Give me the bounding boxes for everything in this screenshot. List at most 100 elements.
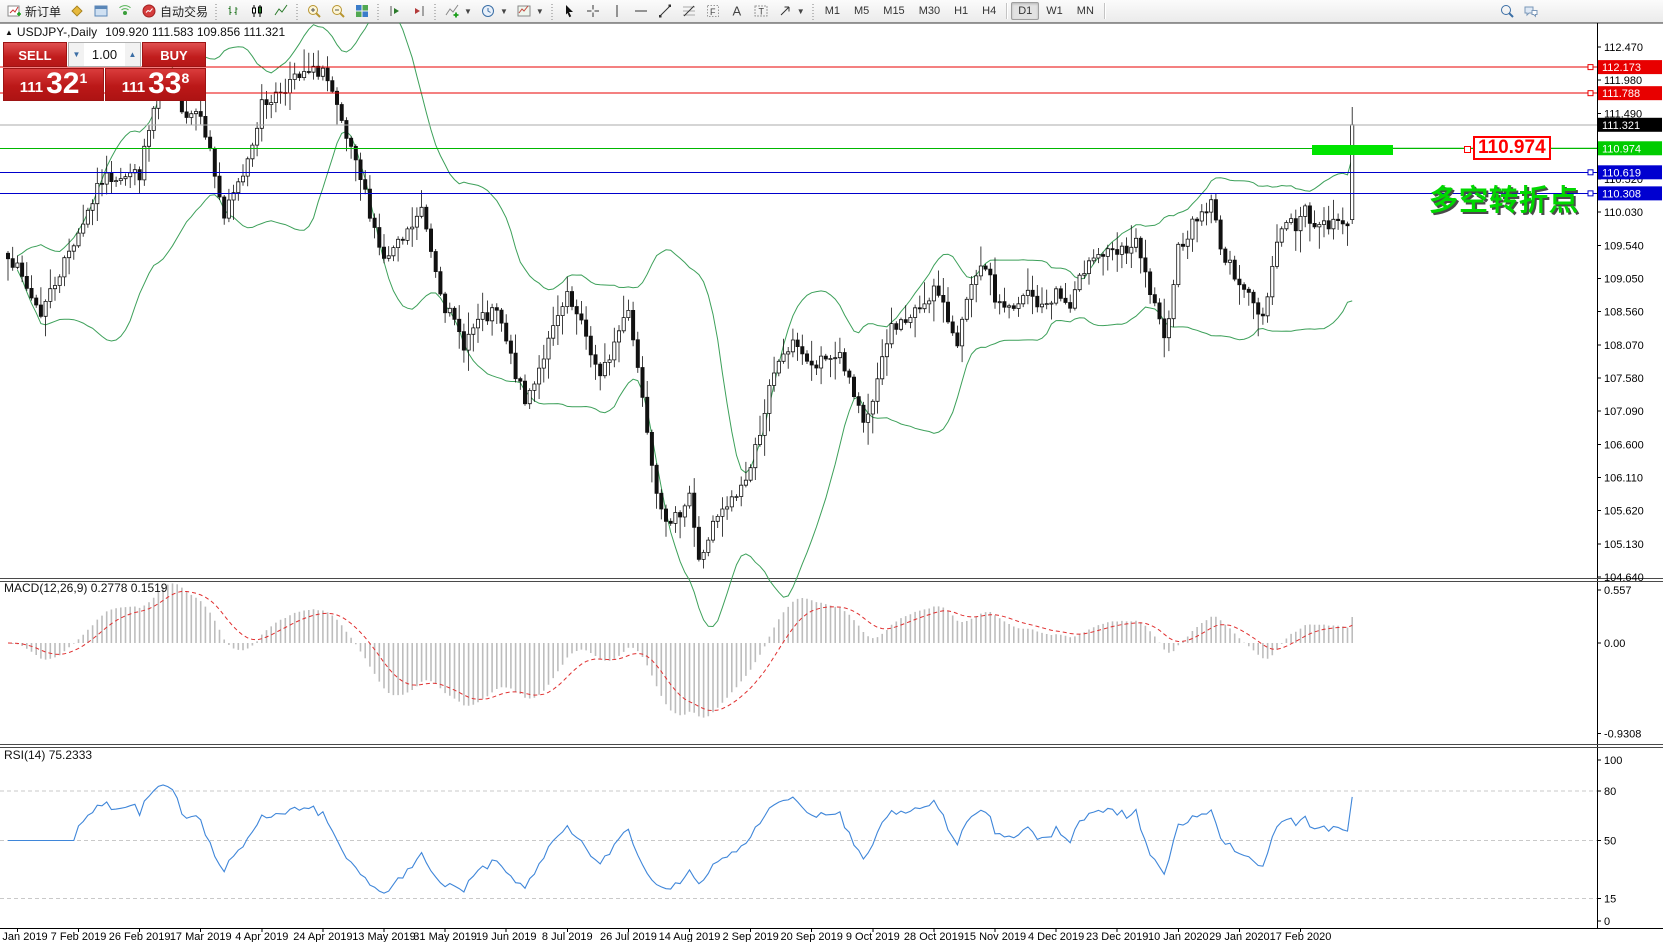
sell-price[interactable]: 111 32 1 <box>3 68 104 101</box>
signals-button[interactable] <box>113 1 137 21</box>
bar-chart-button[interactable] <box>221 1 245 21</box>
cursor-icon <box>561 3 577 19</box>
buy-price-pips: 33 <box>148 69 181 99</box>
timeframe-M1-button[interactable]: M1 <box>818 2 847 20</box>
vertical-line-button[interactable] <box>605 1 629 21</box>
svg-text:A: A <box>732 4 741 19</box>
zoom-in-icon <box>306 3 322 19</box>
cursor-button[interactable] <box>557 1 581 21</box>
price-callout-label[interactable]: 110.974 <box>1473 136 1551 160</box>
collapse-arrow-icon[interactable]: ▲ <box>5 28 13 37</box>
zoom-out-button[interactable] <box>326 1 350 21</box>
buy-price[interactable]: 111 33 8 <box>105 68 206 101</box>
fibo-grid-icon: F <box>705 3 721 19</box>
arrows-button[interactable]: ▼ <box>773 1 809 21</box>
callout-anchor-marker[interactable] <box>1464 146 1471 153</box>
zoom-out-icon <box>330 3 346 19</box>
chat-button[interactable] <box>1519 1 1543 21</box>
gold-diamond-icon <box>69 3 85 19</box>
price-axis[interactable] <box>1597 23 1663 928</box>
toolbar-grip[interactable] <box>550 2 555 20</box>
signal-icon <box>117 3 133 19</box>
svg-text:T: T <box>758 7 764 17</box>
buy-price-point: 8 <box>181 71 189 85</box>
crosshair-button[interactable] <box>581 1 605 21</box>
main-toolbar: 新订单自动交易▼▼▼FAT▼M1M5M15M30H1H4D1W1MN <box>0 0 1663 23</box>
trendline-button[interactable] <box>653 1 677 21</box>
buy-button[interactable]: BUY <box>142 42 206 67</box>
indicators-icon <box>444 3 460 19</box>
auto-trading-button[interactable]: 自动交易 <box>137 1 212 21</box>
timeframe-H4-button[interactable]: H4 <box>975 2 1003 20</box>
autotrade-icon <box>141 3 157 19</box>
window-icon <box>93 3 109 19</box>
line-chart-icon <box>273 3 289 19</box>
crosshair-icon <box>585 3 601 19</box>
sell-price-pips: 32 <box>46 69 79 99</box>
toolbar-grip[interactable] <box>295 2 300 20</box>
time-axis[interactable] <box>0 928 1663 942</box>
fibonacci-icon <box>681 3 697 19</box>
indicators-button[interactable]: ▼ <box>440 1 476 21</box>
text-label-icon: T <box>753 3 769 19</box>
tile-windows-button[interactable] <box>350 1 374 21</box>
templates-button[interactable]: ▼ <box>512 1 548 21</box>
text-label-button[interactable]: T <box>749 1 773 21</box>
metaquotes-button[interactable] <box>65 1 89 21</box>
volume-value[interactable]: 1.00 <box>84 43 125 66</box>
toolbar-separator <box>1104 3 1106 19</box>
symbol-period-label: USDJPY-,Daily <box>17 25 97 39</box>
svg-text:F: F <box>710 7 716 17</box>
volume-spinner: ▼ 1.00 ▲ <box>68 42 141 67</box>
shapes-icon <box>777 3 793 19</box>
timeframe-MN-button[interactable]: MN <box>1070 2 1101 20</box>
candlestick-chart-button[interactable] <box>245 1 269 21</box>
candlestick-icon <box>249 3 265 19</box>
toolbar-grip[interactable] <box>433 2 438 20</box>
toolbar-separator <box>1006 3 1008 19</box>
clock-icon <box>480 3 496 19</box>
zoom-in-button[interactable] <box>302 1 326 21</box>
green-highlight-bar[interactable] <box>1312 145 1393 155</box>
ohlc-values: 109.920 111.583 109.856 111.321 <box>105 25 285 39</box>
chart-window-button[interactable] <box>89 1 113 21</box>
chart-shift-icon <box>387 3 403 19</box>
search-icon <box>1499 3 1515 19</box>
buy-price-figure: 111 <box>122 77 145 99</box>
line-chart-button[interactable] <box>269 1 293 21</box>
timeframe-D1-button[interactable]: D1 <box>1011 2 1039 20</box>
timeframe-M30-button[interactable]: M30 <box>912 2 947 20</box>
fibo-fan-button[interactable]: F <box>701 1 725 21</box>
fibonacci-button[interactable] <box>677 1 701 21</box>
text-button[interactable]: A <box>725 1 749 21</box>
timeframe-W1-button[interactable]: W1 <box>1039 2 1070 20</box>
volume-increase-button[interactable]: ▲ <box>125 43 140 66</box>
toolbar-grip[interactable] <box>214 2 219 20</box>
auto-scroll-button[interactable] <box>407 1 431 21</box>
chat-icon <box>1523 3 1539 19</box>
rsi-label: RSI(14) 75.2333 <box>4 748 92 762</box>
search-button[interactable] <box>1495 1 1519 21</box>
chart-plot-area[interactable] <box>0 23 1597 928</box>
timeframe-H1-button[interactable]: H1 <box>947 2 975 20</box>
chart-shift-button[interactable] <box>383 1 407 21</box>
one-click-trading-panel: SELL ▼ 1.00 ▲ BUY 111 32 1 111 33 8 <box>3 42 206 101</box>
macd-label: MACD(12,26,9) 0.2778 0.1519 <box>4 581 167 595</box>
text-icon: A <box>729 3 745 19</box>
sell-price-point: 1 <box>79 71 87 85</box>
periods-button[interactable]: ▼ <box>476 1 512 21</box>
vertical-line-icon <box>609 3 625 19</box>
toolbar-grip[interactable] <box>376 2 381 20</box>
cn-annotation-text[interactable]: 多空转折点 <box>1429 177 1579 219</box>
toolbar-grip[interactable] <box>811 2 816 20</box>
timeframe-M15-button[interactable]: M15 <box>876 2 911 20</box>
sell-price-figure: 111 <box>20 77 43 99</box>
sell-button[interactable]: SELL <box>3 42 67 67</box>
timeframe-M5-button[interactable]: M5 <box>847 2 876 20</box>
trendline-icon <box>657 3 673 19</box>
new-order-button[interactable]: 新订单 <box>2 1 65 21</box>
chart-title: ▲ USDJPY-,Daily 109.920 111.583 109.856 11… <box>5 25 285 39</box>
horizontal-line-button[interactable] <box>629 1 653 21</box>
volume-decrease-button[interactable]: ▼ <box>69 43 84 66</box>
template-icon <box>516 3 532 19</box>
